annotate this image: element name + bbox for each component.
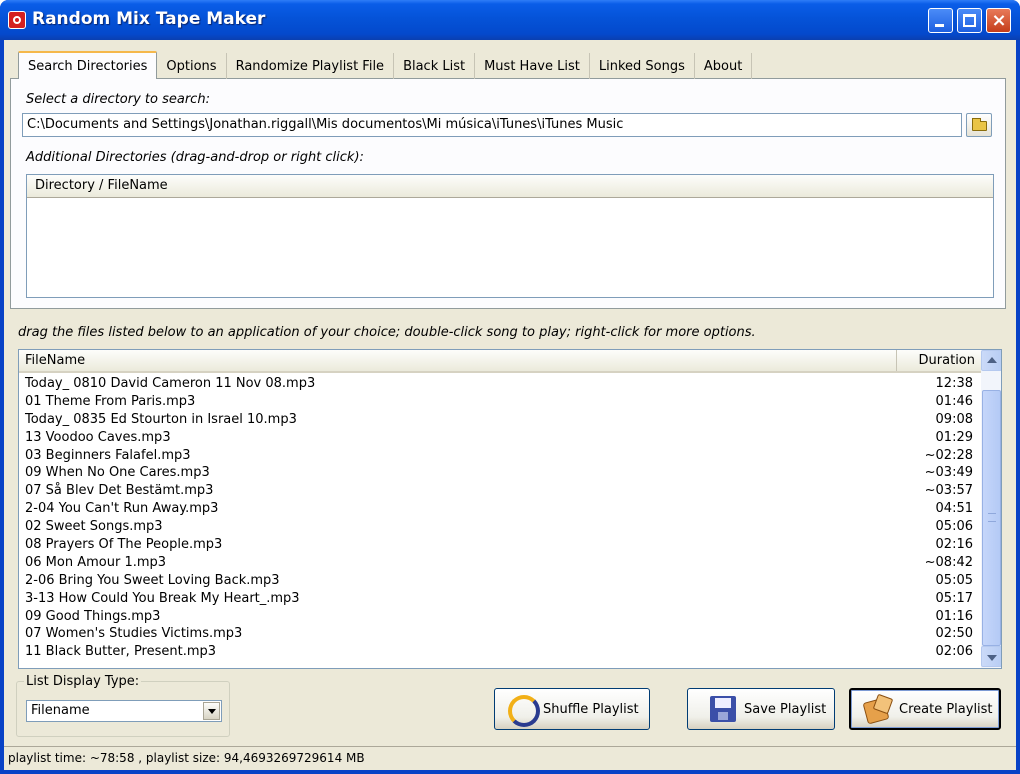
close-button[interactable]: ×	[986, 8, 1011, 33]
directory-column-header[interactable]: Directory / FileName	[27, 175, 993, 198]
duration-cell: 01:29	[935, 429, 973, 445]
table-row[interactable]: 2-04 You Can't Run Away.mp3 04:51	[19, 500, 981, 518]
table-row[interactable]: 06 Mon Amour 1.mp3 ~08:42	[19, 554, 981, 572]
save-playlist-button[interactable]: Save Playlist	[687, 688, 835, 730]
file-name-cell: 07 Så Blev Det Bestämt.mp3	[25, 483, 214, 499]
table-row[interactable]: 01 Theme From Paris.mp3 01:46	[19, 393, 981, 411]
file-name-cell: Today_ 0810 David Cameron 11 Nov 08.mp3	[25, 376, 316, 391]
file-name-cell: 2-06 Bring You Sweet Loving Back.mp3	[25, 572, 280, 588]
maximize-button[interactable]	[957, 8, 982, 33]
tab-linked-songs[interactable]: Linked Songs	[590, 53, 695, 79]
file-name-cell: 13 Voodoo Caves.mp3	[25, 429, 171, 445]
duration-cell: 02:50	[935, 626, 973, 642]
tab-options[interactable]: Options	[157, 53, 227, 79]
file-name-cell: 2-04 You Can't Run Away.mp3	[25, 501, 219, 517]
tab-search-directories[interactable]: Search Directories	[18, 51, 158, 79]
table-row[interactable]: 03 Beginners Falafel.mp3 ~02:28	[19, 447, 981, 465]
list-display-type-value: Filename	[31, 703, 90, 718]
file-list-header: FileName Duration	[19, 350, 981, 373]
file-list-hint: drag the files listed below to an applic…	[18, 325, 756, 340]
select-directory-label: Select a directory to search:	[26, 92, 210, 107]
table-row[interactable]: 2-06 Bring You Sweet Loving Back.mp3 05:0…	[19, 572, 981, 590]
duration-cell: 01:46	[935, 393, 973, 409]
tab-randomize-playlist-file[interactable]: Randomize Playlist File	[227, 53, 395, 79]
list-display-type-label: List Display Type:	[24, 674, 142, 689]
tab-must-have-list[interactable]: Must Have List	[475, 53, 590, 79]
minimize-button[interactable]	[928, 8, 953, 33]
table-row[interactable]: 07 Women's Studies Victims.mp3 02:50	[19, 625, 981, 643]
table-row[interactable]: 07 Så Blev Det Bestämt.mp3 ~03:57	[19, 482, 981, 500]
folder-icon	[972, 118, 987, 131]
duration-cell: 05:06	[935, 519, 973, 535]
duration-cell: 05:05	[935, 572, 973, 588]
browse-folder-button[interactable]	[966, 113, 992, 137]
directory-path-input[interactable]: C:\Documents and Settings\Jonathan.rigga…	[22, 113, 962, 137]
file-name-cell: 09 When No One Cares.mp3	[25, 465, 210, 481]
client-area: Search Directories Options Randomize Pla…	[4, 40, 1016, 770]
table-row[interactable]: 08 Prayers Of The People.mp3 02:16	[19, 536, 981, 554]
duration-cell: ~08:42	[924, 554, 973, 570]
dropdown-arrow-icon[interactable]	[203, 702, 220, 720]
minimize-icon	[935, 24, 944, 27]
duration-cell: 05:17	[935, 590, 973, 606]
playlist-file-list[interactable]: FileName Duration Today_ 0810 David Came…	[18, 349, 1002, 669]
table-row[interactable]: 02 Sweet Songs.mp3 05:06	[19, 518, 981, 536]
tab-black-list[interactable]: Black List	[394, 53, 476, 79]
filename-column-header[interactable]: FileName	[19, 350, 897, 371]
status-bar: playlist time: ~78:58 , playlist size: 9…	[4, 746, 1016, 770]
chevron-up-icon	[987, 357, 997, 363]
duration-cell: 12:38	[935, 376, 973, 391]
additional-directories-label: Additional Directories (drag-and-drop or…	[26, 150, 364, 165]
floppy-disk-icon	[710, 696, 736, 722]
table-row[interactable]: Today_ 0810 David Cameron 11 Nov 08.mp3 1…	[19, 375, 981, 393]
chevron-down-icon	[987, 655, 997, 661]
duration-cell: ~02:28	[924, 447, 973, 463]
table-row[interactable]: 13 Voodoo Caves.mp3 01:29	[19, 429, 981, 447]
file-name-cell: 02 Sweet Songs.mp3	[25, 519, 163, 535]
duration-cell: 09:08	[935, 411, 973, 427]
scroll-up-button[interactable]	[981, 350, 1001, 371]
file-name-cell: 06 Mon Amour 1.mp3	[25, 554, 167, 570]
duration-cell: ~03:49	[924, 465, 973, 481]
file-rows: Today_ 0810 David Cameron 11 Nov 08.mp3 1…	[19, 375, 981, 661]
table-row[interactable]: 09 Good Things.mp3 01:16	[19, 608, 981, 626]
table-row[interactable]: 09 When No One Cares.mp3 ~03:49	[19, 464, 981, 482]
duration-cell: 02:16	[935, 537, 973, 553]
close-icon: ×	[991, 10, 1007, 31]
create-playlist-button[interactable]: Create Playlist	[849, 688, 1001, 730]
shuffle-playlist-button[interactable]: Shuffle Playlist	[494, 688, 650, 730]
table-row[interactable]: Today_ 0835 Ed Stourton in Israel 10.mp3…	[19, 411, 981, 429]
app-window: Random Mix Tape Maker × Search Directori…	[0, 0, 1020, 774]
file-list-scrollbar[interactable]	[981, 350, 1001, 668]
shuffle-icon	[505, 692, 540, 727]
tab-about[interactable]: About	[695, 53, 753, 79]
table-row[interactable]: 3-13 How Could You Break My Heart_.mp3 05…	[19, 590, 981, 608]
dice-icon	[863, 694, 893, 724]
scroll-down-button[interactable]	[981, 646, 1001, 667]
file-name-cell: Today_ 0835 Ed Stourton in Israel 10.mp3	[25, 411, 297, 427]
file-name-cell: 09 Good Things.mp3	[25, 608, 161, 624]
list-display-type-select[interactable]: Filename	[26, 700, 222, 722]
maximize-icon	[963, 14, 976, 27]
file-name-cell: 3-13 How Could You Break My Heart_.mp3	[25, 590, 300, 606]
file-name-cell: 03 Beginners Falafel.mp3	[25, 447, 191, 463]
duration-column-header[interactable]: Duration	[897, 350, 981, 371]
duration-cell: 01:16	[935, 608, 973, 624]
app-icon[interactable]	[8, 11, 26, 29]
duration-cell: 02:06	[935, 644, 973, 660]
table-row[interactable]: 11 Black Butter, Present.mp3 02:06	[19, 643, 981, 661]
file-name-cell: 08 Prayers Of The People.mp3	[25, 537, 223, 553]
scroll-thumb[interactable]	[982, 390, 1001, 646]
title-bar[interactable]: Random Mix Tape Maker ×	[0, 0, 1020, 40]
file-name-cell: 07 Women's Studies Victims.mp3	[25, 626, 243, 642]
duration-cell: ~03:57	[924, 483, 973, 499]
duration-cell: 04:51	[935, 501, 973, 517]
window-title: Random Mix Tape Maker	[32, 9, 266, 29]
file-name-cell: 11 Black Butter, Present.mp3	[25, 644, 217, 660]
additional-directories-list[interactable]: Directory / FileName	[26, 174, 994, 298]
tab-strip: Search Directories Options Randomize Pla…	[18, 51, 753, 79]
file-name-cell: 01 Theme From Paris.mp3	[25, 393, 196, 409]
